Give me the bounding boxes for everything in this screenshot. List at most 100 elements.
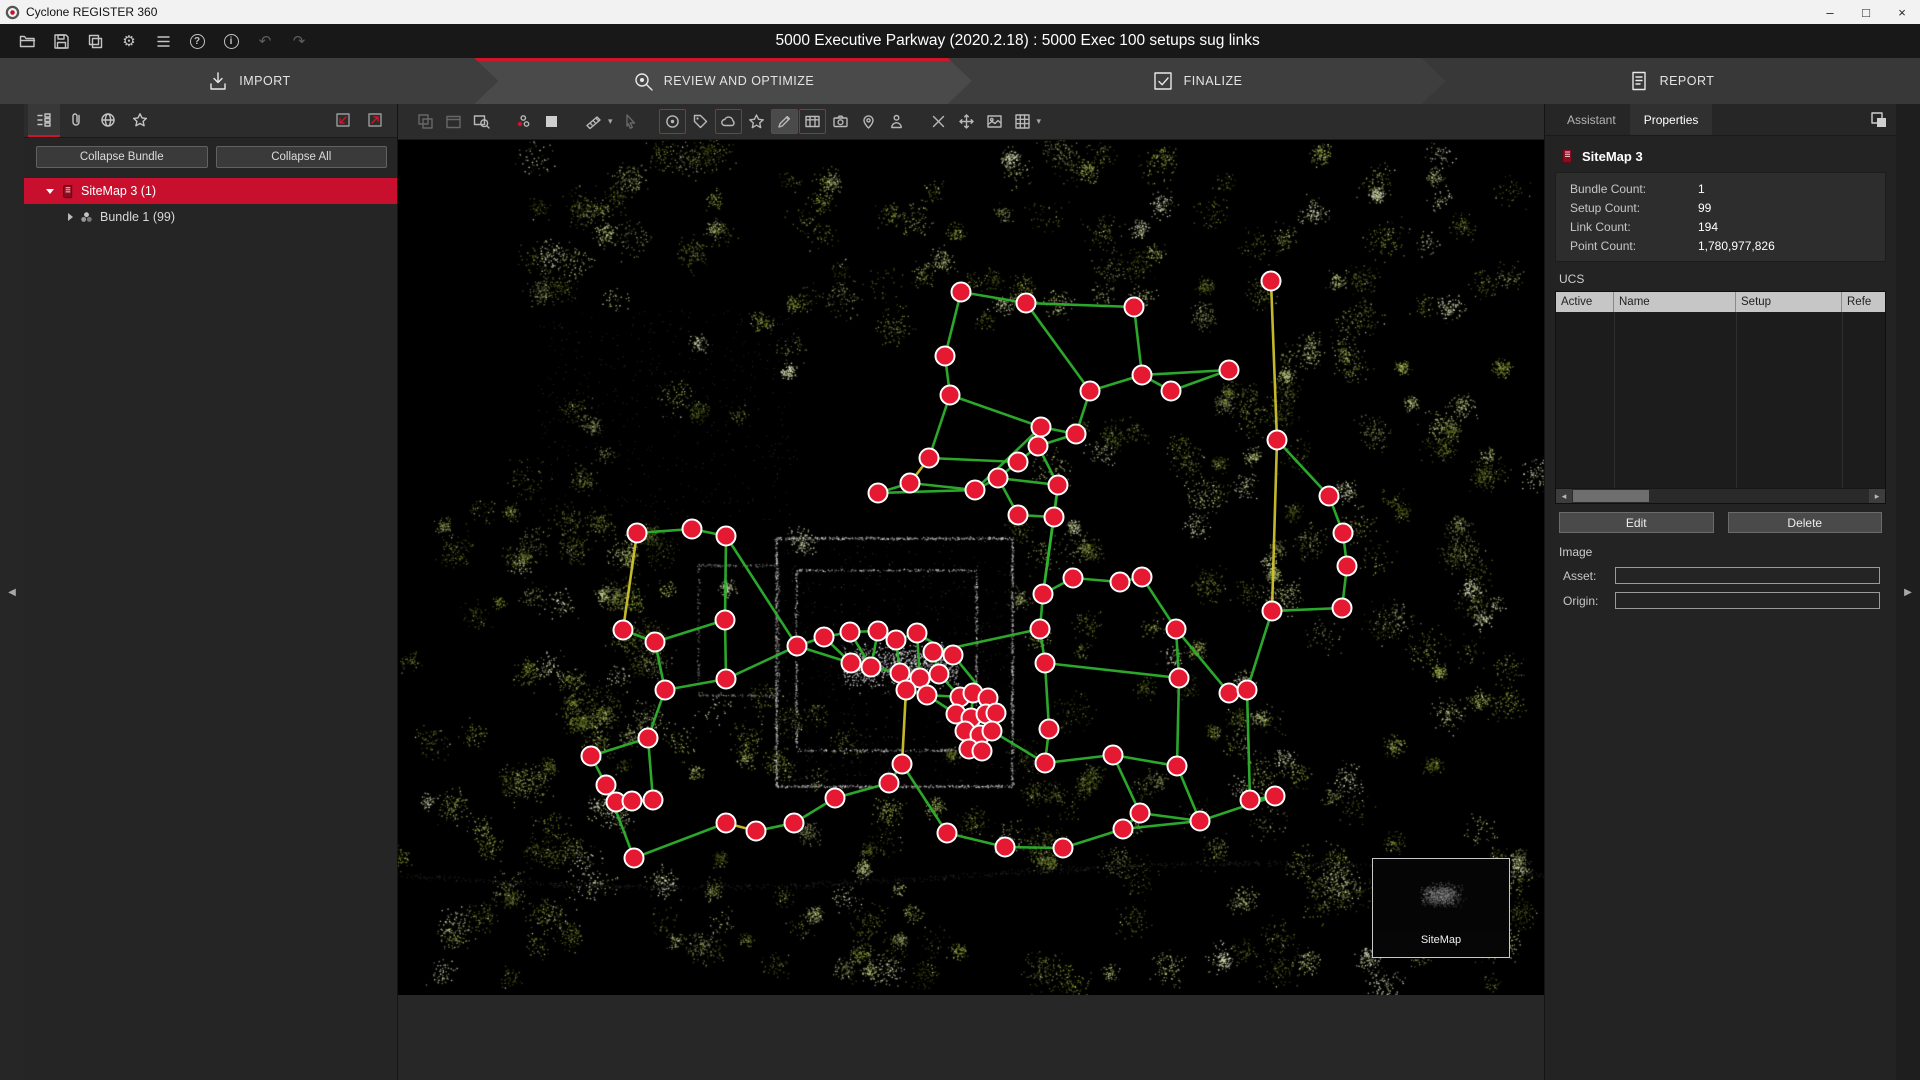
import-sitemap-button[interactable] [327,104,359,137]
edit-ucs-button[interactable]: Edit [1559,512,1714,533]
toggle-favorites[interactable] [743,109,770,134]
setup-node[interactable] [1064,569,1083,588]
setup-link[interactable] [1123,821,1200,829]
setup-link[interactable] [726,536,797,646]
setup-node[interactable] [717,527,736,546]
left-panel-collapse-handle[interactable]: ◀ [0,104,24,1080]
setup-node[interactable] [656,681,675,700]
toggle-setups[interactable] [659,109,686,134]
cloud-solid-button[interactable] [538,109,565,134]
tab-web-maps[interactable] [92,104,124,137]
open-project-button[interactable] [12,27,42,55]
setup-node[interactable] [597,776,616,795]
setup-node[interactable] [639,729,658,748]
toggle-labels[interactable] [687,109,714,134]
help-button[interactable]: ? [182,27,212,55]
setup-node[interactable] [826,789,845,808]
setup-link[interactable] [1026,303,1090,391]
tab-attachments[interactable] [60,104,92,137]
tab-favorites[interactable] [124,104,156,137]
setup-node[interactable] [1049,476,1068,495]
grid-dropdown-icon[interactable]: ▾ [1037,116,1042,127]
toggle-gps-assets[interactable] [883,109,910,134]
manage-projects-button[interactable] [80,27,110,55]
setup-link[interactable] [1277,440,1329,496]
setup-node[interactable] [1034,585,1053,604]
setup-node[interactable] [1191,812,1210,831]
setup-node[interactable] [788,637,807,656]
tree-item-sitemap[interactable]: SiteMap 3 (1) [24,178,397,204]
setup-node[interactable] [582,747,601,766]
setup-node[interactable] [1125,298,1144,317]
setup-link[interactable] [726,646,797,679]
about-button[interactable]: i [216,27,246,55]
setup-node[interactable] [841,623,860,642]
setup-node[interactable] [625,849,644,868]
setup-node[interactable] [869,484,888,503]
right-panel-expand-handle[interactable]: ▶ [1896,104,1920,1080]
setup-link[interactable] [1026,303,1134,307]
setup-link[interactable] [634,823,726,858]
ucs-column-name[interactable]: Name [1614,292,1736,312]
setup-node[interactable] [785,814,804,833]
caret-down-icon[interactable] [46,189,54,194]
setup-node[interactable] [938,824,957,843]
close-button[interactable]: × [1884,0,1920,24]
setup-node[interactable] [1045,508,1064,527]
layout-button[interactable] [1862,104,1896,135]
setup-link[interactable] [1271,281,1277,440]
setup-node[interactable] [1009,506,1028,525]
setup-node[interactable] [989,469,1008,488]
ucs-horizontal-scrollbar[interactable]: ◂ ▸ [1556,488,1885,503]
setup-node[interactable] [901,474,920,493]
setup-link[interactable] [950,395,1041,427]
tab-report[interactable]: REPORT [1422,58,1920,104]
tab-finalize[interactable]: FINALIZE [948,58,1446,104]
ucs-column-setup[interactable]: Setup [1736,292,1842,312]
setup-link[interactable] [1200,796,1275,821]
setup-node[interactable] [1268,431,1287,450]
setup-node[interactable] [1266,787,1285,806]
setup-node[interactable] [1104,746,1123,765]
setup-node[interactable] [717,814,736,833]
setup-node[interactable] [1333,599,1352,618]
minimap[interactable]: SiteMap [1372,858,1510,958]
setup-link[interactable] [878,490,975,493]
setup-node[interactable] [628,524,647,543]
move-setup-button[interactable] [953,109,980,134]
setup-node[interactable] [973,742,992,761]
setup-node[interactable] [983,722,1002,741]
scrollbar-track[interactable] [1572,489,1869,503]
setup-node[interactable] [897,681,916,700]
setup-node[interactable] [936,347,955,366]
tab-assistant[interactable]: Assistant [1553,104,1630,135]
setup-link[interactable] [1272,440,1277,611]
setup-node[interactable] [1009,453,1028,472]
grid-settings-button[interactable] [1009,109,1036,134]
toggle-clouds[interactable] [715,109,742,134]
setup-node[interactable] [1017,294,1036,313]
setup-node[interactable] [1032,418,1051,437]
setup-node[interactable] [1054,839,1073,858]
setup-link[interactable] [1177,678,1179,766]
background-image-button[interactable] [981,109,1008,134]
setup-node[interactable] [862,658,881,677]
setup-node[interactable] [1133,366,1152,385]
toggle-panoramas[interactable] [799,109,826,134]
settings-button[interactable]: ⚙ [114,27,144,55]
tab-project-tree[interactable] [28,104,60,137]
setup-node[interactable] [1241,791,1260,810]
ucs-column-reference[interactable]: Refe [1842,292,1885,312]
setup-node[interactable] [941,386,960,405]
bundle-visibility-button[interactable] [510,109,537,134]
setup-node[interactable] [644,791,663,810]
setup-node[interactable] [1114,820,1133,839]
setup-node[interactable] [1031,620,1050,639]
setup-link[interactable] [1247,690,1250,800]
toggle-images[interactable] [827,109,854,134]
setup-node[interactable] [966,481,985,500]
setup-node[interactable] [1040,720,1059,739]
asset-input[interactable] [1615,567,1880,584]
setup-node[interactable] [1036,754,1055,773]
setup-node[interactable] [1081,382,1100,401]
